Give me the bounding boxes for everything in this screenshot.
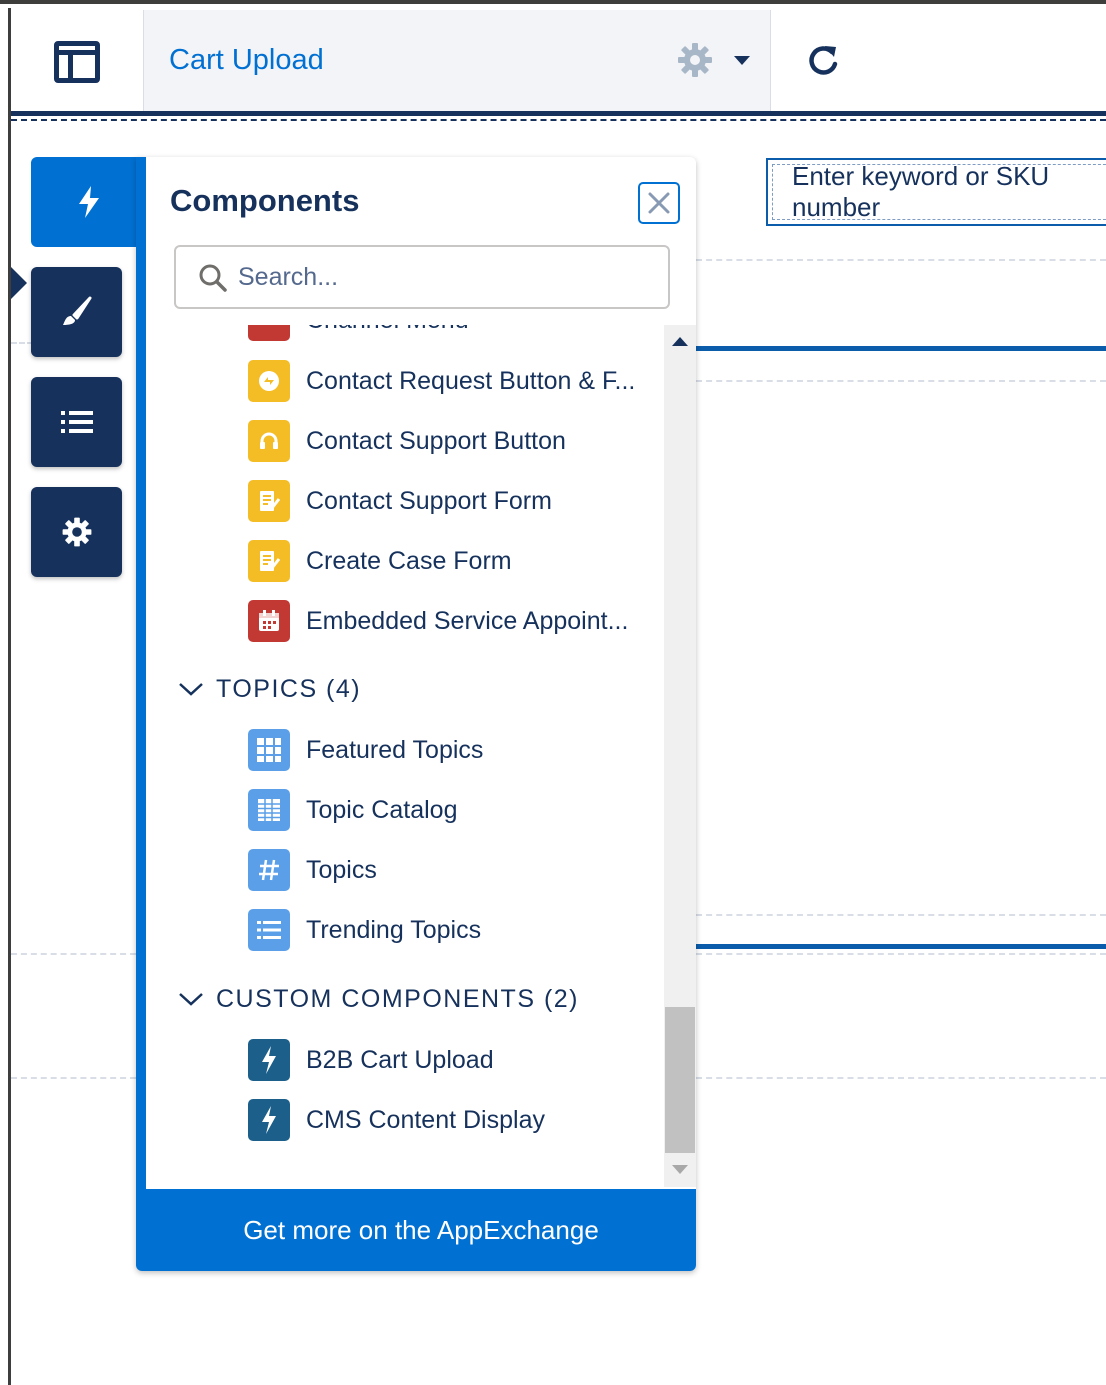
scroll-up-arrow-icon[interactable] — [672, 337, 688, 346]
headset-icon — [248, 420, 290, 462]
component-search-field[interactable] — [174, 245, 670, 309]
close-button[interactable] — [638, 182, 680, 224]
page-title: Cart Upload — [169, 44, 324, 76]
list-icon — [248, 909, 290, 951]
calendar-icon — [248, 600, 290, 642]
form-icon — [248, 480, 290, 522]
list-item-contact-request-button[interactable]: Contact Request Button & F... — [248, 359, 635, 403]
window-frame-left — [8, 8, 11, 1385]
page-settings-icon[interactable] — [675, 40, 715, 80]
list-item-featured-topics[interactable]: Featured Topics — [248, 728, 483, 772]
lightning-icon — [248, 1099, 290, 1141]
builder-header: Cart Upload — [11, 10, 1106, 113]
list-item[interactable]: Channel Menu — [248, 325, 469, 342]
sku-search-placeholder: Enter keyword or SKU number — [792, 161, 1050, 222]
scrollbar[interactable] — [664, 325, 696, 1187]
rail-pointer — [11, 267, 27, 299]
window-frame-top — [0, 0, 1106, 10]
gear-icon — [62, 517, 91, 547]
list-icon — [60, 411, 93, 433]
panel-title: Components — [170, 183, 360, 218]
canvas-selected-region — [696, 944, 1106, 949]
list-item-b2b-cart-upload[interactable]: B2B Cart Upload — [248, 1038, 494, 1082]
list-item-topic-catalog[interactable]: Topic Catalog — [248, 788, 457, 832]
canvas-region-border — [696, 914, 1106, 916]
list-item-cms-content-display[interactable]: CMS Content Display — [248, 1098, 545, 1142]
canvas-selected-region — [696, 346, 1106, 351]
chevron-down-icon — [179, 993, 203, 1006]
list-item-trending-topics[interactable]: Trending Topics — [248, 908, 481, 952]
list-item-topics[interactable]: Topics — [248, 848, 377, 892]
canvas-region-border — [696, 259, 1106, 261]
close-icon — [648, 192, 670, 214]
list-item-create-case-form[interactable]: Create Case Form — [248, 539, 512, 583]
canvas-region-border — [696, 1077, 1106, 1079]
scroll-down-arrow-icon[interactable] — [672, 1165, 688, 1174]
section-header-topics[interactable]: TOPICS (4) — [178, 671, 361, 707]
component-list: Channel Menu Contact Request Button & F.… — [146, 325, 662, 1187]
search-input[interactable] — [238, 257, 658, 297]
channel-menu-icon — [248, 325, 290, 341]
canvas-region-border — [696, 953, 1106, 955]
list-item-contact-support-form[interactable]: Contact Support Form — [248, 479, 552, 523]
appexchange-label: Get more on the AppExchange — [243, 1214, 599, 1245]
chevron-down-icon — [179, 683, 203, 696]
rail-theme-button[interactable] — [31, 267, 122, 357]
scrollbar-thumb[interactable] — [665, 1007, 695, 1153]
chevron-down-icon[interactable] — [734, 56, 750, 65]
canvas-region-border — [11, 1077, 136, 1079]
rail-page-structure-button[interactable] — [31, 377, 122, 467]
search-icon — [199, 264, 227, 292]
header-divider — [11, 111, 1106, 116]
form-icon — [248, 540, 290, 582]
canvas-region-border — [696, 380, 1106, 382]
section-header-custom-components[interactable]: CUSTOM COMPONENTS (2) — [178, 981, 579, 1017]
sku-search-input[interactable]: Enter keyword or SKU number — [766, 158, 1106, 226]
rail-components-button[interactable] — [31, 157, 146, 247]
hash-icon — [248, 849, 290, 891]
canvas-region-border — [11, 119, 1106, 121]
canvas-region-border — [11, 953, 136, 955]
paintbrush-icon — [62, 296, 91, 325]
contact-request-icon — [248, 360, 290, 402]
page-layout-icon — [54, 40, 100, 83]
list-item-contact-support-button[interactable]: Contact Support Button — [248, 419, 566, 463]
refresh-icon[interactable] — [803, 40, 843, 80]
rail-settings-button[interactable] — [31, 487, 122, 577]
lightning-icon — [248, 1039, 290, 1081]
list-item-embedded-service-appointment[interactable]: Embedded Service Appoint... — [248, 599, 628, 643]
appexchange-link[interactable]: Get more on the AppExchange — [146, 1189, 696, 1271]
page-selector[interactable]: Cart Upload — [143, 10, 771, 113]
catalog-icon — [248, 789, 290, 831]
components-panel: Components Channel Menu Contact Request … — [136, 157, 696, 1271]
page-structure-button[interactable] — [11, 10, 143, 113]
grid-icon — [248, 729, 290, 771]
lightning-icon — [78, 186, 99, 218]
